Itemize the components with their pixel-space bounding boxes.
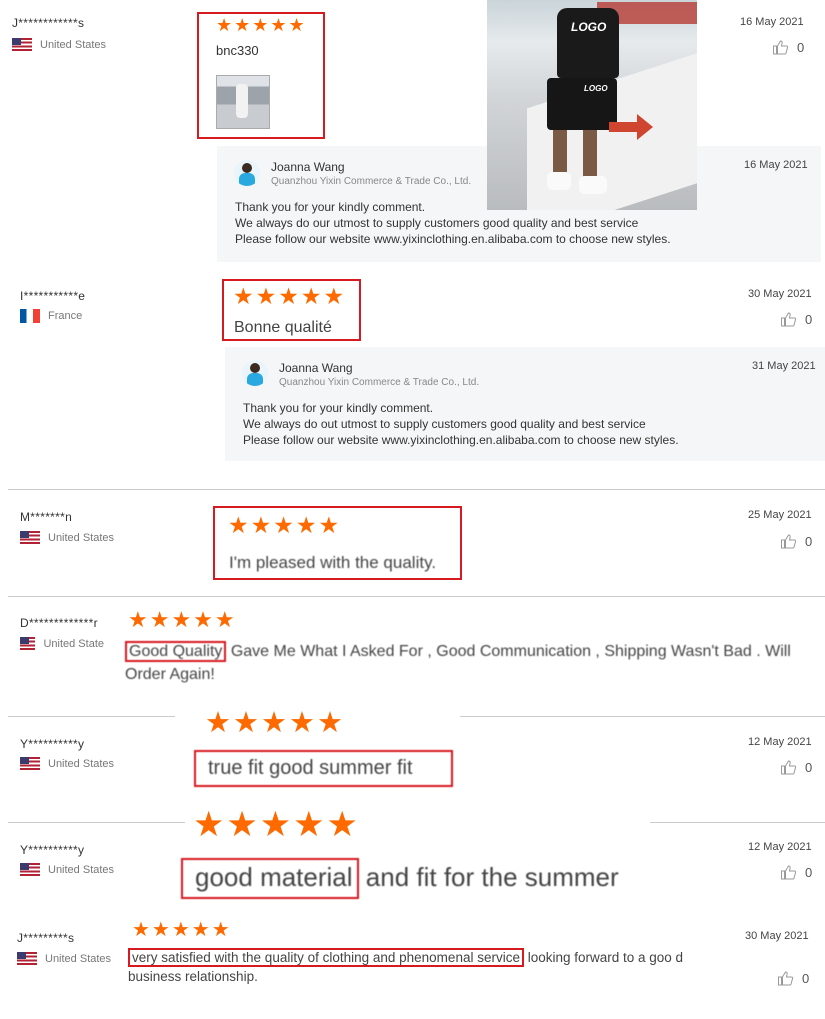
rating-stars: ★★★★★: [216, 15, 307, 35]
divider: [8, 596, 825, 597]
review-highlight-box: ★★★★★ I'm pleased with the quality.: [213, 506, 462, 580]
thumbs-up-icon: [781, 760, 797, 775]
us-flag-icon: [20, 863, 40, 876]
review-date: 16 May 2021: [740, 16, 804, 28]
seller-company: Quanzhou Yixin Commerce & Trade Co., Ltd…: [271, 176, 472, 187]
thumbs-up-icon: [781, 312, 797, 327]
country-label: United States: [45, 952, 112, 965]
rating-stars: ★★★★★: [228, 512, 342, 538]
arrow-icon: [609, 114, 653, 140]
rating-stars: ★★★★★: [205, 707, 345, 739]
review-date: 30 May 2021: [748, 288, 812, 300]
reply-line: Thank you for your kindly comment.: [243, 401, 434, 415]
reply-line: We always do out utmost to supply custom…: [243, 417, 646, 431]
divider: [8, 489, 825, 490]
country-label: United State: [43, 637, 104, 650]
reply-date: 16 May 2021: [744, 159, 808, 171]
like-button[interactable]: 0: [780, 534, 812, 549]
review-date: 30 May 2021: [745, 930, 809, 942]
us-flag-icon: [20, 531, 40, 544]
review-text: very satisfied with the quality of cloth…: [128, 948, 728, 986]
like-count: 0: [797, 40, 805, 55]
review-text: Good Quality Gave Me What I Asked For , …: [125, 640, 825, 686]
review-photo-thumbnail[interactable]: [216, 75, 270, 129]
like-count: 0: [805, 760, 813, 775]
reviewer-country: United States: [20, 757, 114, 770]
rating-stars: ★★★★★: [128, 607, 237, 632]
reviewer-country: United States: [20, 863, 114, 876]
reviewer-name: I***********e: [20, 289, 86, 303]
reviewer-country: United States: [20, 531, 114, 544]
review-text-rest: and fit for the summer: [358, 862, 619, 892]
seller-avatar: [234, 160, 260, 186]
review-highlight-box: ★★★★★ bnc330: [197, 12, 325, 139]
seller-reply: Joanna Wang Quanzhou Yixin Commerce & Tr…: [225, 347, 825, 461]
us-flag-icon: [17, 952, 37, 965]
country-label: United States: [48, 863, 115, 876]
rating-stars: ★★★★★: [233, 283, 347, 309]
like-button[interactable]: 0: [780, 760, 812, 775]
us-flag-icon: [20, 637, 36, 650]
rating-stars: ★★★★★: [193, 805, 360, 844]
review-text: true fit good summer fit: [194, 750, 453, 787]
like-button[interactable]: 0: [777, 971, 809, 986]
france-flag-icon: [20, 309, 40, 323]
review-text: Bonne qualité: [234, 319, 332, 336]
reviewer-name: D*************r: [20, 616, 98, 630]
review-highlight-box: ★★★★★ Bonne qualité: [222, 279, 361, 341]
like-count: 0: [805, 312, 813, 327]
rating-stars: ★★★★★: [132, 919, 232, 941]
product-photo: LOGO LOGO: [487, 0, 697, 210]
thumbs-up-icon: [773, 40, 789, 55]
reviewer-country: France: [20, 309, 82, 323]
shirt-logo: LOGO: [571, 20, 607, 34]
reply-line: Please follow our website www.yixincloth…: [235, 232, 671, 246]
seller-avatar: [242, 360, 268, 386]
review-text: I'm pleased with the quality.: [229, 553, 437, 572]
highlighted-phrase: very satisfied with the quality of cloth…: [128, 948, 524, 967]
country-label: United States: [48, 757, 115, 770]
country-label: United States: [48, 531, 115, 544]
reviewer-name: J*********s: [17, 931, 75, 945]
like-button[interactable]: 0: [772, 40, 804, 55]
like-button[interactable]: 0: [780, 865, 812, 880]
us-flag-icon: [20, 757, 40, 770]
reviewer-name: J************s: [12, 16, 85, 30]
thumbs-up-icon: [781, 534, 797, 549]
review-text: good material and fit for the summer: [181, 858, 619, 899]
country-label: France: [48, 310, 83, 322]
reviewer-country: United States: [12, 38, 106, 51]
seller-company: Quanzhou Yixin Commerce & Trade Co., Ltd…: [279, 377, 480, 388]
reviewer-country: United State: [20, 637, 104, 650]
reply-line: We always do our utmost to supply custom…: [235, 216, 639, 230]
review-text: bnc330: [216, 43, 259, 58]
like-count: 0: [802, 971, 810, 986]
reviewer-name: Y**********y: [20, 737, 85, 751]
like-button[interactable]: 0: [780, 312, 812, 327]
reply-date: 31 May 2021: [752, 360, 816, 372]
like-count: 0: [805, 865, 813, 880]
reviewer-name: M*******n: [20, 510, 73, 524]
review-date: 12 May 2021: [748, 841, 812, 853]
reviewer-country: United States: [17, 952, 111, 965]
country-label: United States: [40, 38, 107, 51]
review-date: 12 May 2021: [748, 736, 812, 748]
thumbs-up-icon: [781, 865, 797, 880]
thumbs-up-icon: [778, 971, 794, 986]
like-count: 0: [805, 534, 813, 549]
seller-name: Joanna Wang: [271, 160, 345, 174]
review-date: 25 May 2021: [748, 509, 812, 521]
highlighted-phrase: Good Quality: [125, 641, 227, 662]
highlighted-phrase: good material: [181, 858, 359, 899]
reply-text: Thank you for your kindly comment. We al…: [243, 400, 679, 448]
reply-line: Please follow our website www.yixincloth…: [243, 433, 679, 447]
us-flag-icon: [12, 38, 32, 51]
reviewer-name: Y**********y: [20, 843, 85, 857]
seller-name: Joanna Wang: [279, 361, 353, 375]
shorts-logo: LOGO: [584, 84, 608, 93]
